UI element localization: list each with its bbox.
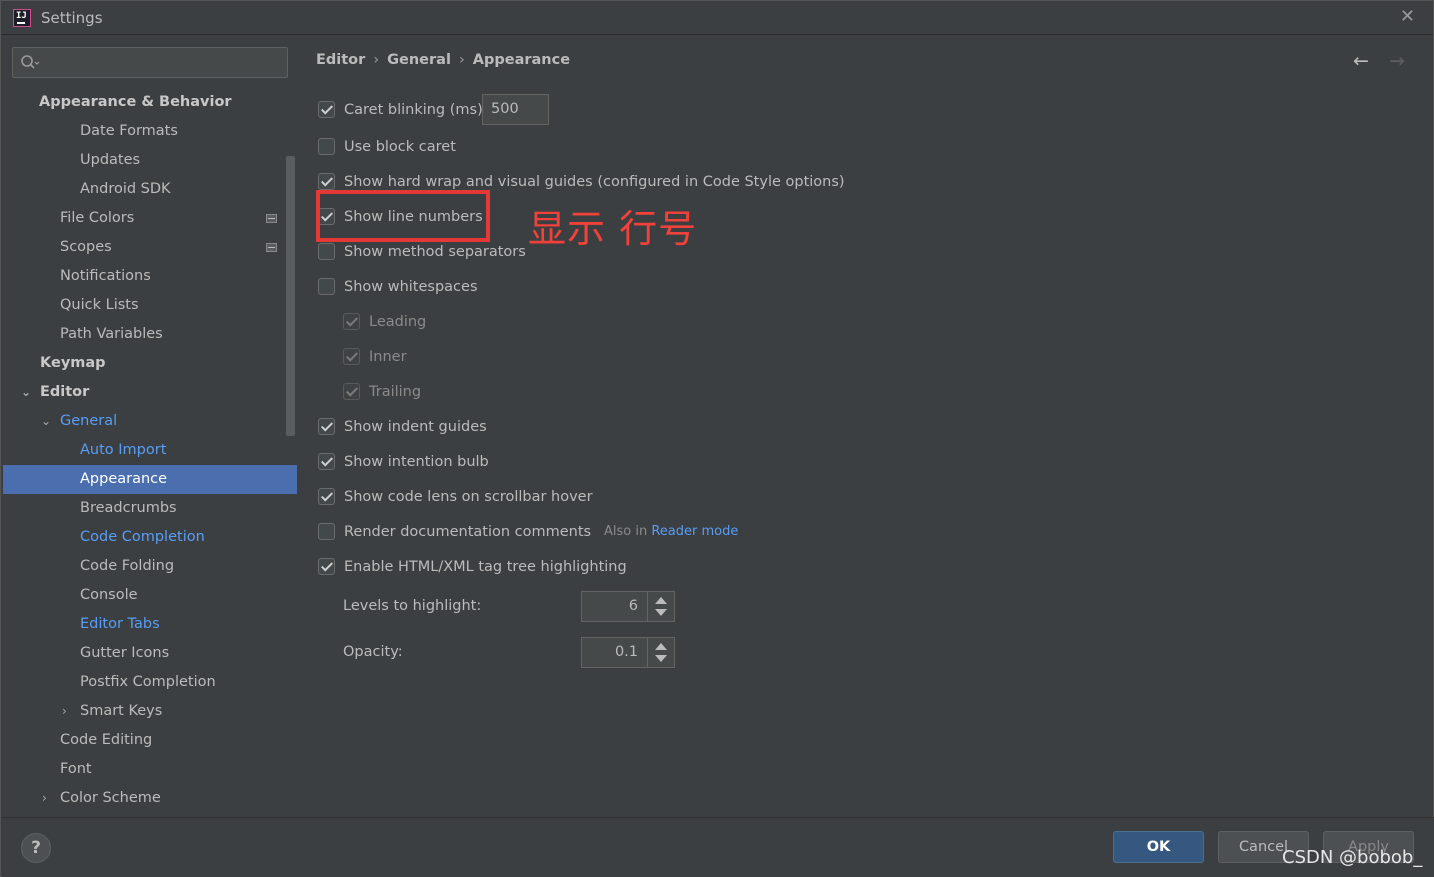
spinner-up-icon[interactable]: [655, 643, 667, 650]
option-block-caret[interactable]: Use block caret: [318, 136, 618, 158]
forward-arrow-icon: →: [1389, 50, 1405, 72]
ok-button[interactable]: OK: [1113, 831, 1204, 863]
tag-tree-checkbox[interactable]: [318, 558, 335, 575]
indent-guides-checkbox[interactable]: [318, 418, 335, 435]
spinner-down-icon[interactable]: [655, 655, 667, 662]
levels-label: Levels to highlight:: [343, 598, 482, 614]
breadcrumb-appearance: Appearance: [472, 52, 571, 68]
breadcrumb-editor[interactable]: Editor: [316, 52, 365, 68]
option-intention-bulb[interactable]: Show intention bulb: [318, 451, 618, 473]
whitespaces-checkbox[interactable]: [318, 278, 335, 295]
breadcrumb: Editor › General › Appearance: [316, 52, 571, 68]
spinner-down-icon[interactable]: [655, 609, 667, 616]
chevron-right-icon[interactable]: ›: [62, 697, 74, 726]
option-indent-guides[interactable]: Show indent guides: [318, 416, 618, 438]
reader-mode-hint: Also in Reader mode: [604, 524, 739, 539]
block-caret-checkbox[interactable]: [318, 138, 335, 155]
settings-sidebar: Appearance & Behavior Date Formats Updat…: [3, 36, 297, 817]
spinner-up-icon[interactable]: [655, 597, 667, 604]
tree-item-quick-lists[interactable]: Quick Lists: [3, 291, 297, 320]
tree-item-updates[interactable]: Updates: [3, 146, 297, 175]
sidebar-scrollbar[interactable]: [286, 156, 295, 436]
tree-item-gutter-icons[interactable]: Gutter Icons: [3, 639, 297, 668]
tree-item-appearance[interactable]: Appearance: [3, 465, 297, 494]
tree-item-postfix-completion[interactable]: Postfix Completion: [3, 668, 297, 697]
breadcrumb-general[interactable]: General: [387, 52, 451, 68]
intellij-app-icon: [13, 9, 31, 27]
method-separators-checkbox[interactable]: [318, 243, 335, 260]
tree-item-code-completion[interactable]: Code Completion: [3, 523, 297, 552]
tree-item-file-colors[interactable]: File Colors: [3, 204, 297, 233]
tree-item-color-scheme[interactable]: › Color Scheme: [3, 784, 297, 813]
settings-window: Settings ✕ Appearance & Behavior Date Fo…: [0, 0, 1434, 877]
back-arrow-icon[interactable]: ←: [1353, 50, 1369, 72]
caret-blinking-input[interactable]: 500: [482, 94, 549, 125]
settings-search-input[interactable]: [12, 47, 288, 78]
dialog-footer: ? OK Cancel Apply CSDN @bobob_: [2, 817, 1434, 877]
tree-item-keymap[interactable]: Keymap: [3, 349, 297, 378]
option-trailing[interactable]: Trailing: [343, 381, 543, 403]
option-leading[interactable]: Leading: [343, 311, 543, 333]
close-icon[interactable]: ✕: [1400, 6, 1415, 27]
tree-item-editor-tabs[interactable]: Editor Tabs: [3, 610, 297, 639]
tree-item-auto-import[interactable]: Auto Import: [3, 436, 297, 465]
tree-item-notifications[interactable]: Notifications: [3, 262, 297, 291]
highlight-annotation-box: [316, 190, 490, 242]
option-tag-tree[interactable]: Enable HTML/XML tag tree highlighting: [318, 556, 638, 578]
tree-item-android-sdk[interactable]: Android SDK: [3, 175, 297, 204]
project-level-icon: [266, 214, 277, 223]
title-bar: Settings ✕: [1, 1, 1433, 35]
code-lens-checkbox[interactable]: [318, 488, 335, 505]
intention-bulb-checkbox[interactable]: [318, 453, 335, 470]
chevron-right-icon[interactable]: ›: [42, 784, 54, 813]
levels-spinner[interactable]: 6: [581, 591, 675, 622]
option-show-whitespaces[interactable]: Show whitespaces: [318, 276, 618, 298]
tree-item-breadcrumbs[interactable]: Breadcrumbs: [3, 494, 297, 523]
option-code-lens[interactable]: Show code lens on scrollbar hover: [318, 486, 618, 508]
window-title: Settings: [41, 9, 103, 27]
chevron-down-icon[interactable]: ⌄: [21, 378, 33, 407]
search-icon: [21, 55, 40, 69]
csdn-watermark: CSDN @bobob_: [1282, 847, 1423, 868]
reader-mode-link[interactable]: Reader mode: [651, 524, 738, 539]
annotation-text: 显示 行号: [528, 207, 698, 251]
caret-blinking-checkbox[interactable]: [318, 101, 335, 118]
trailing-checkbox[interactable]: [343, 383, 360, 400]
settings-content: Editor › General › Appearance ← → Caret blin…: [297, 36, 1433, 817]
inner-checkbox[interactable]: [343, 348, 360, 365]
option-render-docs[interactable]: Render documentation comments: [318, 521, 591, 543]
tree-item-console[interactable]: Console: [3, 581, 297, 610]
option-inner[interactable]: Inner: [343, 346, 543, 368]
help-button[interactable]: ?: [21, 833, 51, 863]
tree-item-scopes[interactable]: Scopes: [3, 233, 297, 262]
leading-checkbox[interactable]: [343, 313, 360, 330]
tree-item-code-editing[interactable]: Code Editing: [3, 726, 297, 755]
opacity-label: Opacity:: [343, 644, 403, 660]
opacity-spinner[interactable]: 0.1: [581, 637, 675, 668]
render-docs-checkbox[interactable]: [318, 523, 335, 540]
tree-item-editor[interactable]: ⌄ Editor: [3, 378, 297, 407]
tree-item-path-variables[interactable]: Path Variables: [3, 320, 297, 349]
tree-item-date-formats[interactable]: Date Formats: [3, 117, 297, 146]
project-level-icon: [266, 243, 277, 252]
tree-item-smart-keys[interactable]: › Smart Keys: [3, 697, 297, 726]
tree-item-font[interactable]: Font: [3, 755, 297, 784]
hard-wrap-checkbox[interactable]: [318, 173, 335, 190]
tree-item-appearance-behavior[interactable]: Appearance & Behavior: [3, 88, 297, 117]
tree-item-general[interactable]: ⌄ General: [3, 407, 297, 436]
tree-item-code-folding[interactable]: Code Folding: [3, 552, 297, 581]
chevron-down-icon[interactable]: ⌄: [41, 407, 53, 436]
